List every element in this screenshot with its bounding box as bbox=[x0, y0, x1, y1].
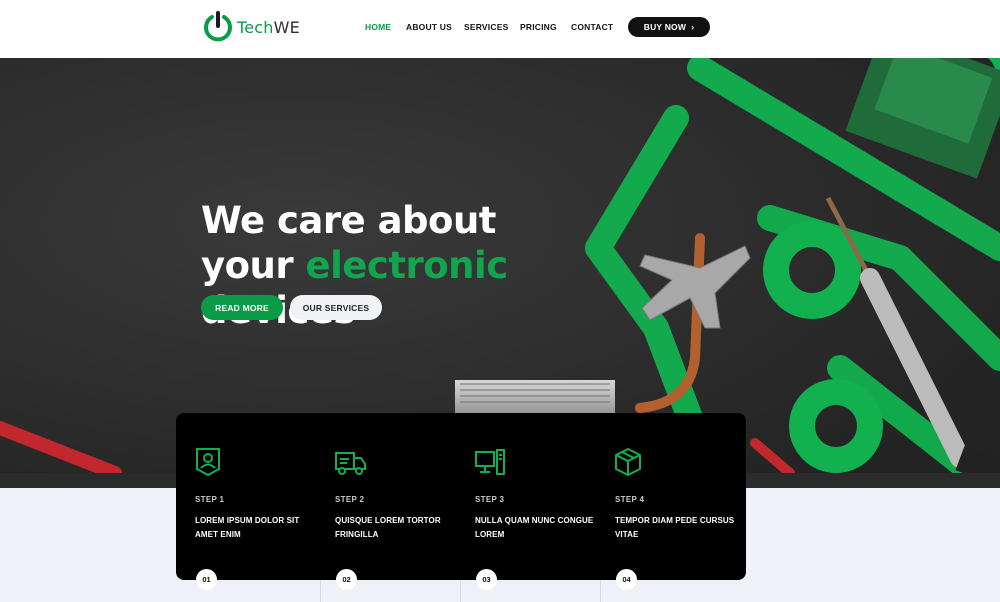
step-label: STEP 4 bbox=[615, 495, 645, 504]
nav-services[interactable]: SERVICES bbox=[464, 22, 508, 32]
brand-wordmark: TechWE bbox=[237, 17, 300, 37]
step-card: STEP 3 NULLA QUAM NUNC CONGUE LOREM bbox=[456, 413, 596, 580]
hero-section: We care about your electronic devices RE… bbox=[0, 58, 1000, 473]
step-divider bbox=[600, 580, 601, 602]
step-title: QUISQUE LOREM TORTOR FRINGILLA bbox=[335, 516, 441, 539]
step-label: STEP 1 bbox=[195, 495, 225, 504]
chevron-right-icon: › bbox=[691, 22, 695, 32]
step-title: LOREM IPSUM DOLOR SIT AMET ENIM bbox=[195, 516, 300, 539]
step-number: 04 bbox=[616, 569, 637, 590]
steps-panel: STEP 1 LOREM IPSUM DOLOR SIT AMET ENIM S… bbox=[176, 413, 746, 580]
step-number: 03 bbox=[476, 569, 497, 590]
package-box-icon bbox=[615, 448, 641, 476]
step-card: STEP 4 TEMPOR DIAM PEDE CURSUS VITAE bbox=[596, 413, 736, 580]
user-badge-icon bbox=[196, 448, 220, 477]
nav-home[interactable]: HOME bbox=[365, 22, 391, 32]
buy-now-button[interactable]: BUY NOW › bbox=[628, 17, 710, 37]
brand-logo[interactable]: TechWE bbox=[202, 11, 300, 43]
nav-contact[interactable]: CONTACT bbox=[571, 22, 613, 32]
step-divider bbox=[460, 580, 461, 602]
delivery-truck-icon bbox=[335, 452, 366, 475]
buy-now-label: BUY NOW bbox=[643, 22, 687, 32]
step-title: TEMPOR DIAM PEDE CURSUS VITAE bbox=[615, 516, 735, 539]
step-number: 02 bbox=[336, 569, 357, 590]
step-card: STEP 2 QUISQUE LOREM TORTOR FRINGILLA bbox=[316, 413, 456, 580]
step-label: STEP 2 bbox=[335, 495, 365, 504]
step-card: STEP 1 LOREM IPSUM DOLOR SIT AMET ENIM bbox=[176, 413, 316, 580]
read-more-button[interactable]: READ MORE bbox=[201, 295, 283, 320]
power-logo-icon bbox=[204, 11, 232, 42]
our-services-button[interactable]: OUR SERVICES bbox=[290, 295, 382, 320]
step-divider bbox=[320, 580, 321, 602]
computer-icon bbox=[475, 449, 505, 475]
site-header: TechWE HOME ABOUT US SERVICES PRICING CO… bbox=[0, 0, 1000, 58]
nav-pricing[interactable]: PRICING bbox=[520, 22, 557, 32]
step-number: 01 bbox=[196, 569, 217, 590]
step-title: NULLA QUAM NUNC CONGUE LOREM bbox=[475, 516, 594, 539]
step-label: STEP 3 bbox=[475, 495, 505, 504]
nav-about-us[interactable]: ABOUT US bbox=[406, 22, 452, 32]
